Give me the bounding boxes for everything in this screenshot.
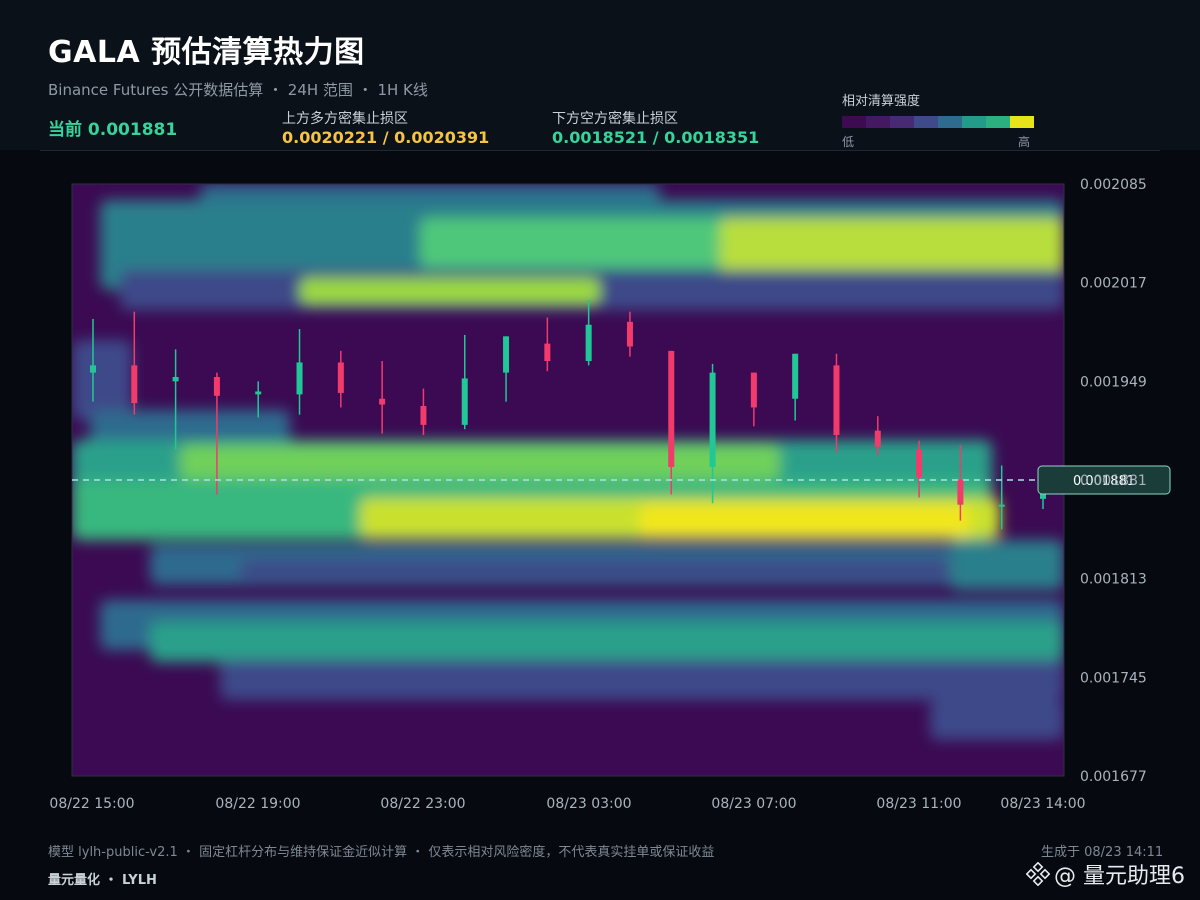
x-tick-label: 08/23 03:00 — [546, 796, 631, 812]
candle-body — [296, 362, 303, 395]
y-tick-label: 0.001677 — [1080, 769, 1147, 785]
y-tick-label: 0.002017 — [1080, 276, 1147, 292]
y-tick-label: 0.001745 — [1080, 670, 1147, 686]
heatmap-bands — [72, 184, 1064, 740]
candle-body — [792, 353, 799, 399]
candle-body — [255, 391, 262, 395]
watermark-text: @ 量元助理6 — [1054, 864, 1185, 889]
candle-body — [626, 321, 633, 347]
x-tick-label: 08/23 14:00 — [1000, 796, 1085, 812]
y-tick-label: 0.001813 — [1080, 572, 1147, 588]
heatmap-band-12 — [640, 504, 970, 538]
x-tick-label: 08/22 19:00 — [215, 796, 300, 812]
header: GALA 预估清算热力图 Binance Futures 公开数据估算 ・ 24… — [0, 0, 1200, 150]
upper-zone-label: 上方多方密集止损区 — [282, 111, 408, 127]
legend-low-label: 低 — [842, 135, 855, 149]
lower-zone-label: 下方空方密集止损区 — [552, 111, 678, 127]
y-tick-label: 0.002085 — [1080, 177, 1147, 193]
page-title: GALA 预估清算热力图 — [48, 35, 365, 70]
candle-body — [957, 480, 964, 505]
heatmap-band-14 — [240, 560, 1064, 580]
legend-swatch-7 — [1010, 116, 1034, 128]
upper-zone-value: 0.0020221 / 0.0020391 — [282, 128, 490, 147]
legend-title: 相对清算强度 — [842, 94, 921, 109]
candle-body — [750, 372, 757, 408]
legend-high-label: 高 — [1018, 135, 1031, 149]
legend-swatch-6 — [986, 116, 1010, 128]
footer-brand: 量元量化 ・ LYLH — [48, 873, 157, 888]
candle-body — [172, 376, 179, 382]
header-divider — [40, 150, 1160, 151]
legend-swatch-3 — [914, 116, 938, 128]
heatmap-band-17 — [150, 622, 1064, 662]
heatmap-band-9 — [180, 445, 780, 479]
liquidation-heatmap-chart: 0.001881 0.002085 0.002017 0.001949 0.00188… — [49, 177, 1171, 812]
x-tick-label: 08/22 23:00 — [380, 796, 465, 812]
footer-note: 模型 lylh-public-v2.1 ・ 固定杠杆分布与维持保证金近似计算 ・… — [48, 845, 715, 860]
candle-body — [709, 372, 716, 467]
candle-body — [916, 449, 923, 478]
lower-zone-value: 0.0018521 / 0.0018351 — [552, 128, 760, 147]
legend-swatch-2 — [890, 116, 914, 128]
x-tick-label: 08/23 11:00 — [876, 796, 961, 812]
legend-swatch-4 — [938, 116, 962, 128]
candle-body — [90, 365, 96, 373]
candle-body — [213, 376, 220, 396]
legend-colorbar — [842, 116, 1034, 128]
legend-swatch-0 — [842, 116, 866, 128]
candle-body — [833, 365, 840, 436]
heatmap-band-3 — [720, 218, 1064, 274]
heatmap-band-5 — [300, 278, 600, 304]
watermark: @ 量元助理6 — [1026, 858, 1185, 890]
heatmap-band-6 — [72, 340, 132, 420]
candle-body — [503, 336, 510, 373]
current-price-label: 当前 0.001881 — [48, 120, 178, 140]
candle-body — [544, 343, 551, 362]
candle-body — [131, 365, 138, 404]
candle-body — [337, 362, 344, 393]
candle-body — [379, 398, 386, 405]
candle-body — [420, 406, 427, 425]
candle-body — [998, 504, 1005, 507]
y-axis: 0.002085 0.002017 0.001949 0.001881 0.001813… — [1080, 177, 1147, 785]
y-tick-label: 0.001949 — [1080, 374, 1147, 390]
y-tick-label: 0.001881 — [1080, 473, 1147, 489]
legend-swatch-1 — [866, 116, 890, 128]
x-tick-label: 08/23 07:00 — [711, 796, 796, 812]
x-axis: 08/22 15:00 08/22 19:00 08/22 23:00 08/23 0… — [49, 796, 1085, 812]
candle-body — [461, 378, 468, 425]
watermark-logo-icon — [1026, 862, 1050, 886]
candle-body — [668, 350, 675, 467]
legend-swatch-5 — [962, 116, 986, 128]
candle-body — [585, 324, 592, 362]
candle-body — [874, 430, 881, 447]
heatmap-band-15 — [950, 540, 1064, 590]
page-subtitle: Binance Futures 公开数据估算 ・ 24H 范围 ・ 1H K线 — [48, 81, 428, 99]
x-tick-label: 08/22 15:00 — [49, 796, 134, 812]
heatmap-band-19 — [930, 700, 1064, 740]
heatmap-band-18 — [220, 660, 1064, 700]
